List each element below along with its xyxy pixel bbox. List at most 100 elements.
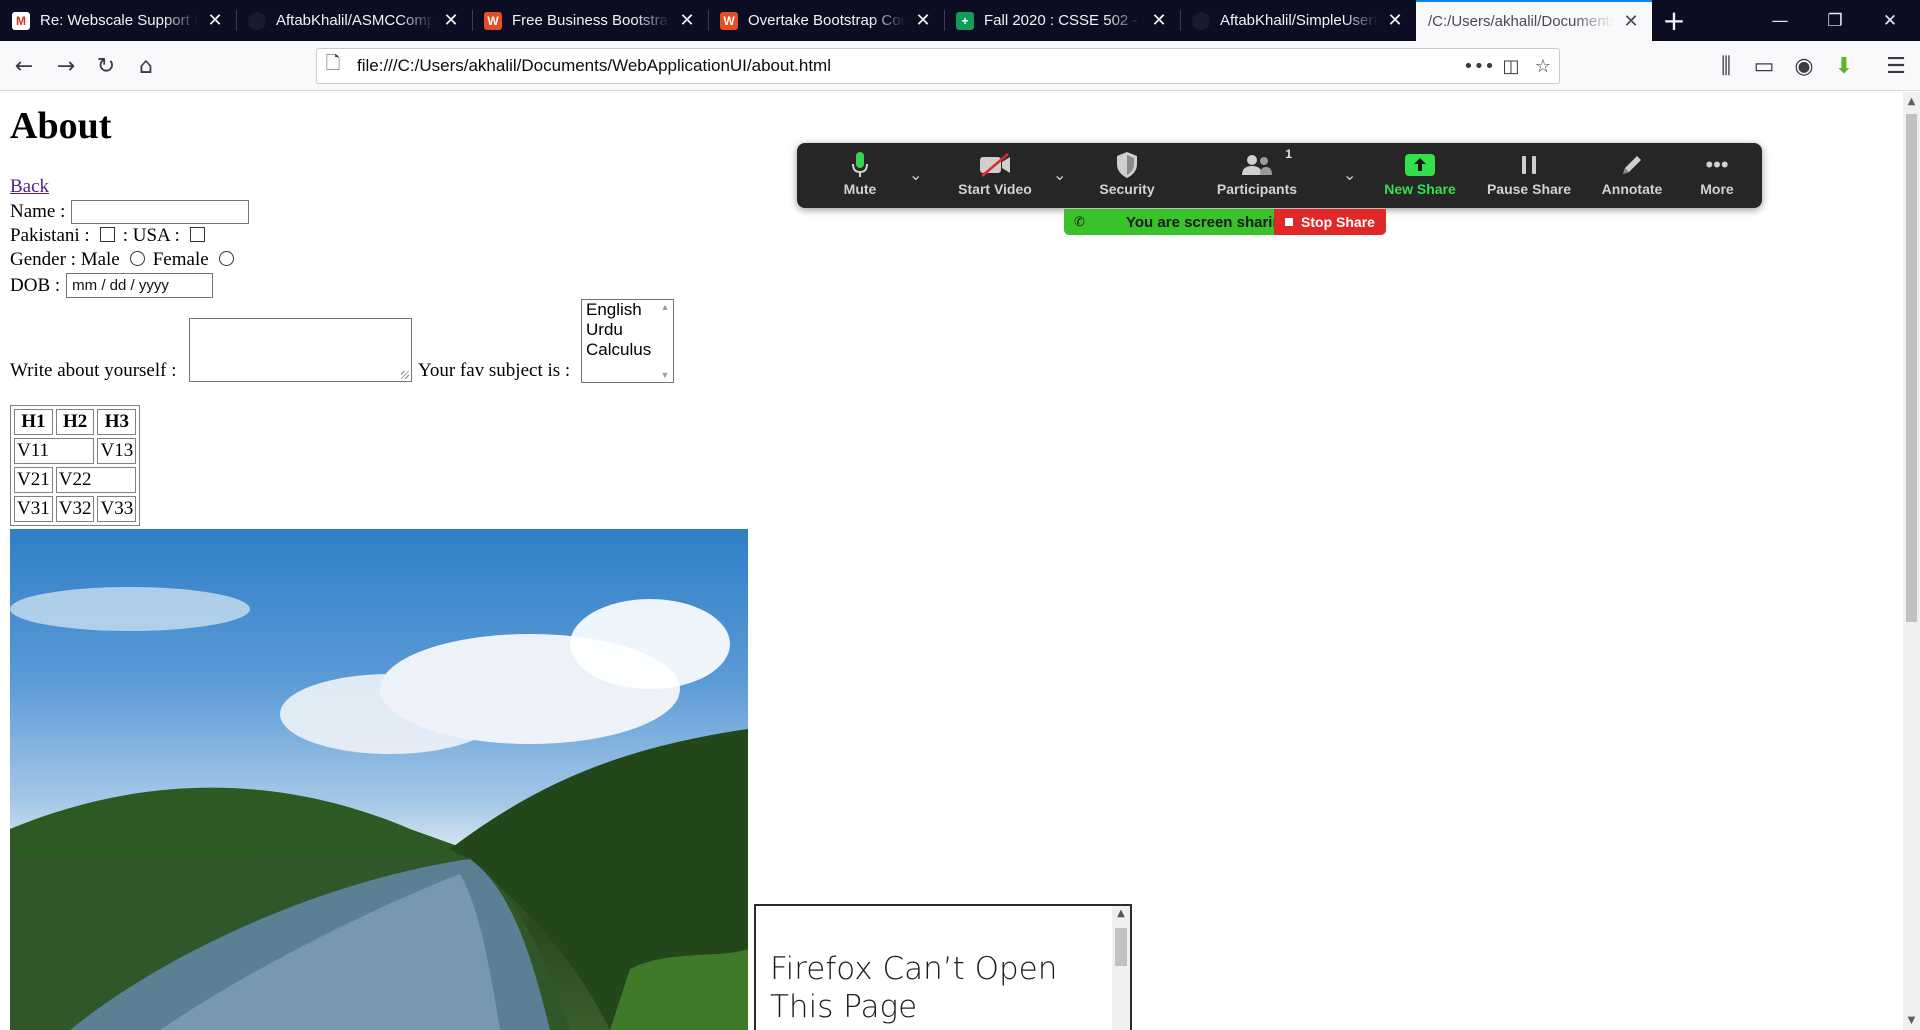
about-row: Write about yourself : xyxy=(10,360,177,382)
tab-github-simple[interactable]: AftabKhalil/SimpleUserInterface ✕ xyxy=(1180,0,1416,41)
table-row: V31 V32 V33 xyxy=(14,496,137,522)
library-icon[interactable]: ⫼ xyxy=(1710,50,1742,82)
new-tab-button[interactable]: + xyxy=(1652,0,1696,41)
annotate-label: Annotate xyxy=(1601,181,1663,197)
scrollbar-thumb[interactable] xyxy=(1906,114,1917,622)
stop-share-button[interactable]: Stop Share xyxy=(1274,209,1386,235)
restore-button[interactable]: ❐ xyxy=(1805,0,1865,41)
pakistani-label: Pakistani : xyxy=(10,225,90,246)
more-label: More xyxy=(1700,181,1734,197)
bookmark-star-icon[interactable]: ☆ xyxy=(1527,56,1559,77)
close-icon[interactable]: ✕ xyxy=(1620,11,1642,32)
menu-icon[interactable]: ☰ xyxy=(1880,50,1912,82)
scroll-down-icon[interactable]: ▼ xyxy=(657,370,673,380)
close-icon[interactable]: ✕ xyxy=(676,10,698,31)
subject-listbox[interactable]: English Urdu Calculus ▲ ▼ xyxy=(581,299,674,383)
video-off-icon xyxy=(978,149,1012,181)
sharing-status: You are screen sharing xyxy=(1126,213,1291,231)
security-button[interactable]: Security xyxy=(1087,149,1167,203)
scrollbar-thumb[interactable] xyxy=(1115,928,1127,966)
participant-count: 1 xyxy=(1285,147,1292,161)
landscape-photo xyxy=(10,529,748,1030)
tab-title: AftabKhalil/ASMCComponents xyxy=(276,12,434,29)
table-header-row: H1 H2 H3 xyxy=(14,409,137,435)
new-share-button[interactable]: New Share xyxy=(1375,149,1465,203)
chevron-down-icon[interactable]: ⌄ xyxy=(1343,165,1356,185)
tab-github-asmc[interactable]: AftabKhalil/ASMCComponents ✕ xyxy=(236,0,472,41)
w3layouts-icon: W xyxy=(720,11,738,30)
about-label: Write about yourself : xyxy=(10,360,177,381)
tab-gmail[interactable]: M Re: Webscale Support Cases ✕ xyxy=(0,0,236,41)
table-cell: V21 xyxy=(14,467,53,493)
nav-toolbar: ← → ↻ ⌂ 🗋 file:///C:/Users/akhalil/Docum… xyxy=(0,41,1920,91)
pocket-icon[interactable]: ◫ xyxy=(1495,56,1527,77)
stop-share-label: Stop Share xyxy=(1301,214,1375,230)
page-actions-icon[interactable]: ••• xyxy=(1463,56,1495,77)
pause-icon xyxy=(1519,149,1539,181)
phone-icon: ✆ xyxy=(1074,214,1085,229)
tab-title: Fall 2020 : CSSE 502 - Grades xyxy=(984,12,1142,29)
github-icon xyxy=(248,11,266,30)
reload-icon[interactable]: ↻ xyxy=(90,50,122,82)
dob-input[interactable]: mm / dd / yyyy xyxy=(66,273,214,298)
close-icon[interactable]: ✕ xyxy=(204,10,226,31)
name-input[interactable] xyxy=(71,200,250,224)
tab-grades[interactable]: + Fall 2020 : CSSE 502 - Grades ✕ xyxy=(944,0,1180,41)
shield-icon xyxy=(1115,149,1139,181)
landscape-photo-art xyxy=(10,587,748,1030)
mute-button[interactable]: Mute xyxy=(825,149,895,203)
close-icon[interactable]: ✕ xyxy=(1384,10,1406,31)
male-radio[interactable] xyxy=(129,250,145,266)
tab-bootstrap-free[interactable]: W Free Business Bootstrap Templates ✕ xyxy=(472,0,708,41)
close-icon[interactable]: ✕ xyxy=(1148,10,1170,31)
back-link[interactable]: Back xyxy=(10,176,49,198)
tab-about-active[interactable]: /C:/Users/akhalil/Documents/WebApplicati… xyxy=(1416,0,1652,41)
female-radio[interactable] xyxy=(218,250,234,266)
table-cell: V22 xyxy=(55,467,137,493)
page-info-icon[interactable]: 🗋 xyxy=(317,51,349,81)
url-text[interactable]: file:///C:/Users/akhalil/Documents/WebAp… xyxy=(357,56,1463,76)
back-arrow-icon[interactable]: ← xyxy=(8,50,40,82)
name-row: Name : xyxy=(10,200,250,224)
participants-button[interactable]: 1 Participants xyxy=(1207,147,1307,203)
pencil-icon xyxy=(1619,149,1645,181)
table-row: V21 V22 xyxy=(14,467,137,493)
dialog-title: Firefox Can’t Open This Page xyxy=(770,951,1058,1025)
chevron-down-icon[interactable]: ⌄ xyxy=(909,165,922,185)
more-button[interactable]: ••• More xyxy=(1687,149,1747,203)
page-scrollbar[interactable]: ▲ ▼ xyxy=(1903,92,1920,1030)
about-textarea[interactable] xyxy=(189,318,412,382)
tab-overtake[interactable]: W Overtake Bootstrap Corporate Template … xyxy=(708,0,944,41)
table-cell: V31 xyxy=(14,496,53,522)
start-video-button[interactable]: Start Video xyxy=(945,149,1045,203)
listbox-scrollbar[interactable]: ▲ ▼ xyxy=(657,300,673,382)
close-icon[interactable]: ✕ xyxy=(440,10,462,31)
download-icon[interactable]: ⬇ xyxy=(1828,50,1860,82)
scroll-down-icon[interactable]: ▼ xyxy=(1903,1015,1920,1026)
forward-arrow-icon[interactable]: → xyxy=(50,50,82,82)
chevron-down-icon[interactable]: ⌄ xyxy=(1053,165,1066,185)
table-header: H3 xyxy=(97,409,137,435)
dialog-scrollbar[interactable]: ▲ xyxy=(1112,906,1130,1030)
annotate-button[interactable]: Annotate xyxy=(1592,149,1672,203)
sidebar-icon[interactable]: ▭ xyxy=(1748,50,1780,82)
scroll-up-icon[interactable]: ▲ xyxy=(1112,908,1130,919)
share-screen-icon xyxy=(1404,149,1436,181)
home-icon[interactable]: ⌂ xyxy=(130,50,162,82)
url-bar[interactable]: 🗋 file:///C:/Users/akhalil/Documents/Web… xyxy=(316,48,1560,84)
mute-label: Mute xyxy=(843,181,877,197)
back-row: Back xyxy=(10,176,49,198)
usa-checkbox[interactable] xyxy=(189,226,205,242)
nationality-row: Pakistani : : USA : xyxy=(10,225,213,247)
tab-title: Overtake Bootstrap Corporate Template xyxy=(748,12,906,29)
account-icon[interactable]: ◉ xyxy=(1788,50,1820,82)
tab-title: /C:/Users/akhalil/Documents/WebApplicati… xyxy=(1428,13,1614,30)
pakistani-checkbox[interactable] xyxy=(99,226,115,242)
minimize-button[interactable]: — xyxy=(1750,0,1810,41)
firefox-error-dialog: Firefox Can’t Open This Page ▲ xyxy=(754,904,1132,1030)
close-window-button[interactable]: ✕ xyxy=(1860,0,1920,41)
scroll-up-icon[interactable]: ▲ xyxy=(1903,96,1920,107)
pause-share-button[interactable]: Pause Share xyxy=(1479,149,1579,203)
close-icon[interactable]: ✕ xyxy=(912,10,934,31)
scroll-up-icon[interactable]: ▲ xyxy=(657,302,673,312)
